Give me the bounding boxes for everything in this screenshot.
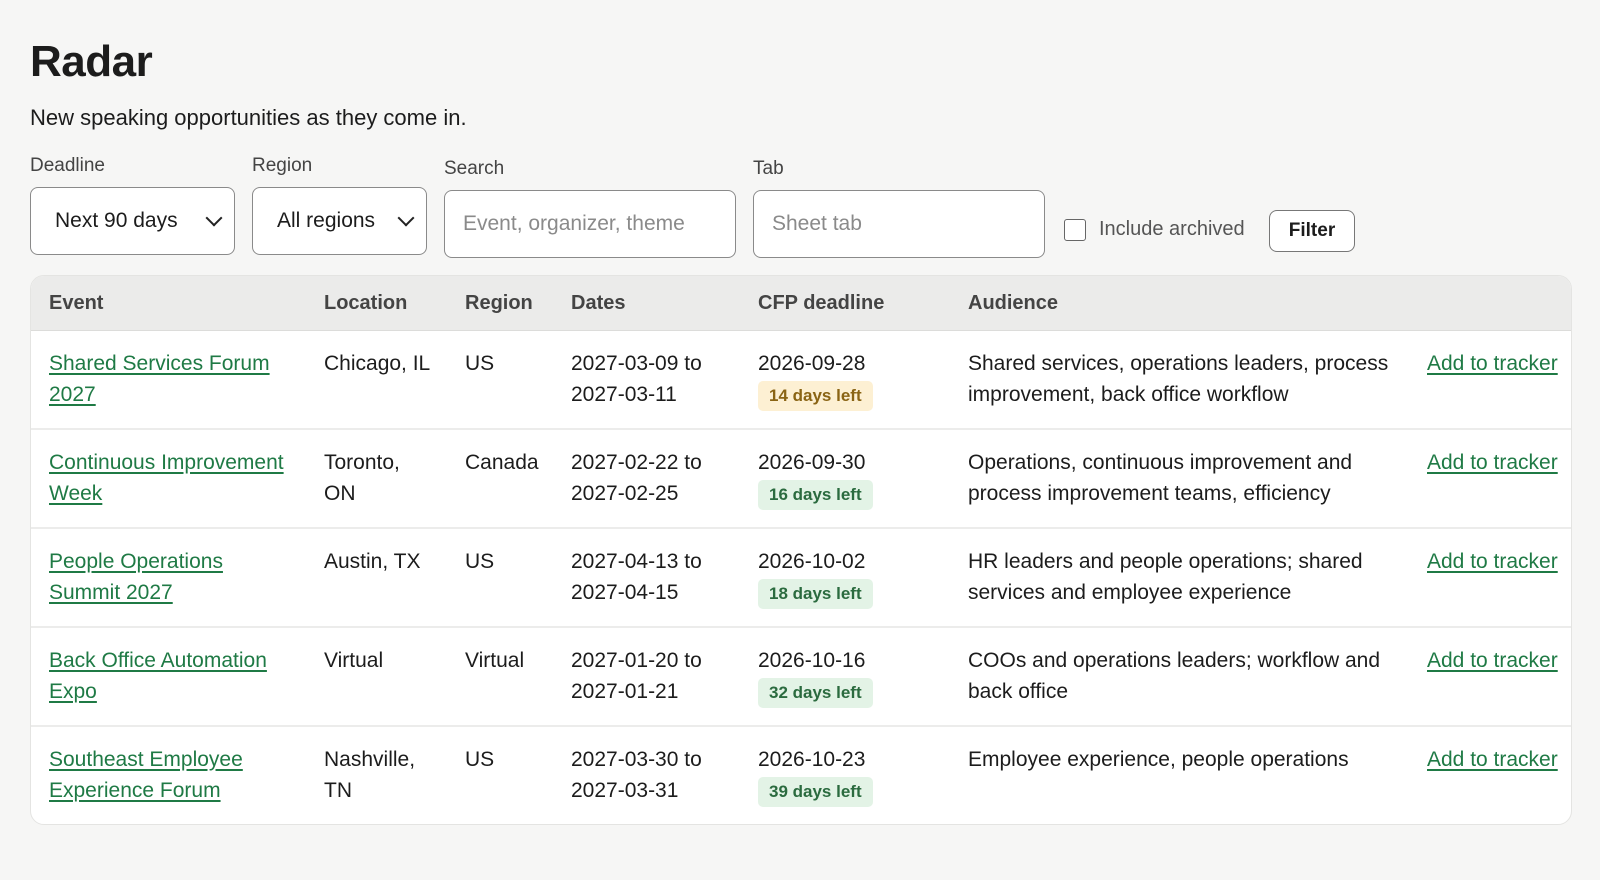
deadline-label: Deadline — [30, 155, 105, 176]
cfp-deadline-date: 2026-10-23 — [758, 748, 866, 771]
audience-cell: COOs and operations leaders; workflow an… — [950, 627, 1409, 727]
audience-cell: HR leaders and people operations; shared… — [950, 528, 1409, 628]
dates-cell: 2027-04-13 to 2027-04-15 — [553, 528, 740, 628]
event-link[interactable]: People Operations Summit 2027 — [49, 550, 223, 604]
audience-cell: Shared services, operations leaders, pro… — [950, 330, 1409, 430]
include-archived-checkbox[interactable] — [1064, 218, 1086, 241]
cfp-deadline-date: 2026-10-02 — [758, 550, 866, 573]
chevron-down-icon — [205, 209, 223, 227]
chevron-down-icon — [397, 209, 415, 227]
dates-cell: 2027-03-30 to 2027-03-31 — [571, 748, 702, 802]
location-cell: Toronto, ON — [306, 429, 447, 529]
audience-cell: Employee experience, people operations — [968, 748, 1349, 771]
cfp-deadline-cell: 2026-10-02 18 days left — [740, 528, 950, 628]
add-to-tracker-link[interactable]: Add to tracker — [1427, 748, 1558, 771]
region-cell: US — [447, 330, 553, 430]
event-link[interactable]: Continuous Improvement Week — [49, 451, 284, 505]
cfp-deadline-date: 2026-09-30 — [758, 451, 866, 474]
region-cell: US — [465, 748, 495, 771]
table-row: Shared Services Forum 2027 Chicago, IL U… — [31, 330, 1571, 430]
tab-placeholder: Sheet tab — [772, 212, 862, 235]
days-left-badge: 32 days left — [758, 678, 873, 708]
include-archived[interactable]: Include archived — [1064, 218, 1245, 241]
table-row: People Operations Summit 2027 Austin, TX… — [31, 528, 1571, 628]
deadline-value: Next 90 days — [55, 209, 178, 232]
location-cell: Chicago, IL — [306, 330, 447, 430]
column-header-region[interactable]: Region — [447, 276, 553, 331]
region-value: All regions — [277, 209, 376, 232]
event-link[interactable]: Southeast Employee Experience Forum — [49, 748, 243, 802]
region-filter: Region All regions — [252, 154, 427, 255]
cfp-deadline-cell: 2026-10-16 32 days left — [740, 627, 950, 727]
dates-cell: 2027-03-09 to 2027-03-11 — [553, 330, 740, 430]
add-to-tracker-link[interactable]: Add to tracker — [1427, 451, 1558, 474]
cfp-deadline-date: 2026-10-16 — [758, 649, 866, 672]
include-archived-label: Include archived — [1099, 218, 1245, 240]
cfp-deadline-date: 2026-09-28 — [758, 352, 866, 375]
column-header-cfp-deadline[interactable]: CFP deadline — [740, 276, 950, 331]
region-cell: US — [447, 528, 553, 628]
days-left-badge: 39 days left — [758, 777, 873, 807]
region-select[interactable]: All regions — [252, 187, 427, 255]
search-placeholder: Event, organizer, theme — [463, 212, 685, 235]
region-cell: Virtual — [447, 627, 553, 727]
search-filter: Search Event, organizer, theme — [444, 157, 736, 258]
days-left-badge: 16 days left — [758, 480, 873, 510]
search-label: Search — [444, 158, 505, 179]
add-to-tracker-link[interactable]: Add to tracker — [1427, 352, 1558, 375]
page-subtitle: New speaking opportunities as they come … — [30, 105, 467, 130]
table-row: Back Office Automation Expo Virtual Virt… — [31, 627, 1571, 727]
page: Radar New speaking opportunities as they… — [0, 0, 1600, 825]
filter-button[interactable]: Filter — [1269, 210, 1355, 252]
cfp-deadline-cell: 2026-10-23 39 days left — [740, 726, 950, 824]
column-header-location[interactable]: Location — [306, 276, 447, 331]
add-to-tracker-link[interactable]: Add to tracker — [1427, 550, 1558, 573]
cfp-deadline-cell: 2026-09-30 16 days left — [740, 429, 950, 529]
event-link[interactable]: Back Office Automation Expo — [49, 649, 267, 703]
page-title: Radar — [30, 37, 153, 86]
region-cell: Canada — [447, 429, 553, 529]
days-left-badge: 14 days left — [758, 381, 873, 411]
tab-label: Tab — [753, 158, 784, 179]
deadline-filter: Deadline Next 90 days — [30, 154, 235, 255]
dates-cell: 2027-02-22 to 2027-02-25 — [553, 429, 740, 529]
column-header-dates[interactable]: Dates — [553, 276, 740, 331]
event-link[interactable]: Shared Services Forum 2027 — [49, 352, 270, 406]
add-to-tracker-link[interactable]: Add to tracker — [1427, 649, 1558, 672]
table-row: Southeast Employee Experience Forum Nash… — [31, 726, 1571, 824]
filter-bar: Deadline Next 90 days Region All regions… — [30, 154, 1570, 272]
days-left-badge: 18 days left — [758, 579, 873, 609]
column-header-event[interactable]: Event — [31, 276, 306, 331]
location-cell: Nashville, TN — [324, 748, 416, 802]
region-label: Region — [252, 155, 313, 176]
column-header-audience[interactable]: Audience — [950, 276, 1409, 331]
location-cell: Austin, TX — [306, 528, 447, 628]
audience-cell: Operations, continuous improvement and p… — [950, 429, 1409, 529]
tab-filter: Tab Sheet tab — [753, 157, 1045, 258]
search-input[interactable]: Event, organizer, theme — [444, 190, 736, 258]
opportunities-table: Event Location Region Dates CFP deadline… — [30, 275, 1572, 825]
column-header-actions — [1409, 276, 1571, 331]
deadline-select[interactable]: Next 90 days — [30, 187, 235, 255]
dates-cell: 2027-01-20 to 2027-01-21 — [553, 627, 740, 727]
table-header-row: Event Location Region Dates CFP deadline… — [31, 276, 1571, 331]
table-row: Continuous Improvement Week Toronto, ON … — [31, 429, 1571, 529]
tab-input[interactable]: Sheet tab — [753, 190, 1045, 258]
location-cell: Virtual — [306, 627, 447, 727]
cfp-deadline-cell: 2026-09-28 14 days left — [740, 330, 950, 430]
